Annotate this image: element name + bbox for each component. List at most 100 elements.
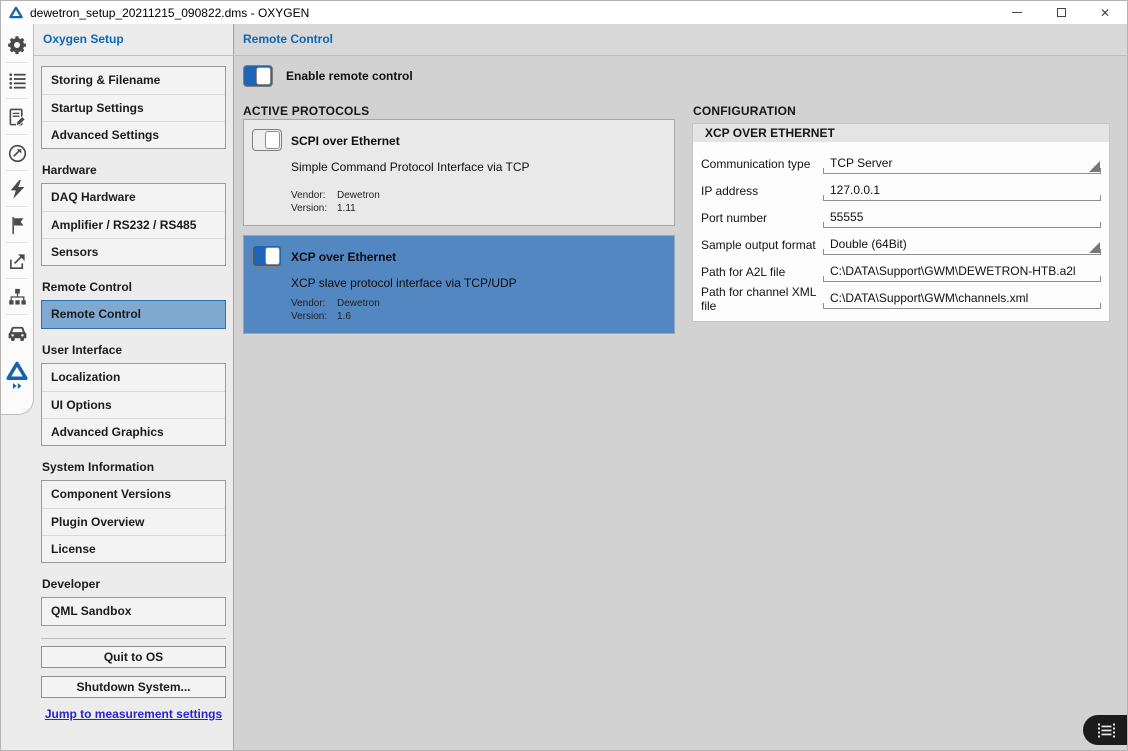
- nav-markers[interactable]: [1, 207, 33, 243]
- quit-to-os-button[interactable]: Quit to OS: [41, 646, 226, 668]
- vendor-label: Vendor:: [291, 190, 337, 201]
- ip-address-input[interactable]: [823, 181, 1101, 200]
- setup-panel: Oxygen Setup Storing & Filename Startup …: [1, 24, 234, 751]
- group-developer: QML Sandbox: [41, 597, 226, 626]
- channel-xml-path-input[interactable]: [823, 289, 1101, 308]
- nav-screens[interactable]: [1, 99, 33, 135]
- version-label: Version:: [291, 311, 337, 322]
- sidebar-item-storing-filename[interactable]: Storing & Filename: [42, 67, 225, 94]
- group-user-interface: Localization UI Options Advanced Graphic…: [41, 363, 226, 446]
- port-number-input[interactable]: [823, 208, 1101, 227]
- section-label-user-interface: User Interface: [42, 343, 226, 358]
- sidebar-item-sensors[interactable]: Sensors: [42, 238, 225, 265]
- field-label: Path for A2L file: [701, 265, 823, 279]
- protocol-name: SCPI over Ethernet: [291, 134, 400, 148]
- section-label-system-information: System Information: [42, 460, 226, 475]
- vendor-value: Dewetron: [337, 298, 380, 309]
- sample-output-format-value[interactable]: [823, 235, 1101, 254]
- car-icon: [7, 325, 28, 342]
- close-button[interactable]: ✕: [1083, 1, 1127, 24]
- sidebar-item-advanced-graphics[interactable]: Advanced Graphics: [42, 418, 225, 445]
- configuration-section-header: XCP OVER ETHERNET: [693, 124, 1109, 142]
- section-label-remote-control: Remote Control: [42, 280, 226, 295]
- a2l-path-field[interactable]: [823, 262, 1101, 282]
- page-title: Remote Control: [235, 24, 1128, 56]
- nav-oxygen-tab[interactable]: [1, 351, 33, 399]
- protocol-card-scpi[interactable]: SCPI over Ethernet Simple Command Protoc…: [243, 119, 675, 226]
- shutdown-system-button[interactable]: Shutdown System...: [41, 676, 226, 698]
- expand-arrows-icon: [13, 383, 22, 389]
- configuration-title: CONFIGURATION: [693, 104, 796, 118]
- setup-panel-title: Oxygen Setup: [1, 24, 233, 56]
- protocol-name: XCP over Ethernet: [291, 250, 396, 264]
- a2l-path-input[interactable]: [823, 262, 1101, 281]
- nav-export[interactable]: [1, 243, 33, 279]
- field-label: Sample output format: [701, 238, 823, 252]
- maximize-icon: [1057, 8, 1066, 17]
- sidebar-item-plugin-overview[interactable]: Plugin Overview: [42, 508, 225, 535]
- dropdown-corner-icon: [1089, 161, 1100, 172]
- group-system-information: Component Versions Plugin Overview Licen…: [41, 480, 226, 563]
- title-bar: dewetron_setup_20211215_090822.dms - OXY…: [1, 1, 1127, 24]
- field-label: Communication type: [701, 157, 823, 171]
- nav-settings-tab[interactable]: [1, 27, 33, 63]
- export-icon: [8, 252, 27, 271]
- communication-type-dropdown[interactable]: [823, 154, 1101, 174]
- sample-output-format-dropdown[interactable]: [823, 235, 1101, 255]
- configuration-panel: XCP OVER ETHERNET Communication type IP …: [692, 123, 1110, 322]
- channel-list-button[interactable]: [1083, 715, 1128, 745]
- dewetron-logo-icon: [9, 6, 23, 19]
- nav-channel-list[interactable]: [1, 63, 33, 99]
- sidebar-item-amplifier[interactable]: Amplifier / RS232 / RS485: [42, 211, 225, 238]
- sidebar-item-localization[interactable]: Localization: [42, 364, 225, 391]
- communication-type-value[interactable]: [823, 154, 1101, 173]
- xcp-toggle[interactable]: [252, 245, 282, 267]
- port-number-field[interactable]: [823, 208, 1101, 228]
- field-label: Port number: [701, 211, 823, 225]
- channel-xml-path-field[interactable]: [823, 289, 1101, 309]
- group-general: Storing & Filename Startup Settings Adva…: [41, 66, 226, 149]
- channel-list-icon: [1097, 723, 1116, 738]
- sidebar-item-ui-options[interactable]: UI Options: [42, 391, 225, 418]
- config-row-communication-type: Communication type: [693, 150, 1109, 177]
- group-remote-control: Remote Control: [41, 300, 226, 329]
- gauge-icon: [8, 144, 27, 163]
- nav-vehicle[interactable]: [1, 315, 33, 351]
- toggle-knob: [256, 67, 271, 85]
- version-label: Version:: [291, 203, 337, 214]
- sidebar-item-component-versions[interactable]: Component Versions: [42, 481, 225, 508]
- nav-network[interactable]: [1, 279, 33, 315]
- scpi-toggle[interactable]: [252, 129, 282, 151]
- config-row-port-number: Port number: [693, 204, 1109, 231]
- sidebar-item-license[interactable]: License: [42, 535, 225, 562]
- sidebar-item-startup-settings[interactable]: Startup Settings: [42, 94, 225, 121]
- field-label: IP address: [701, 184, 823, 198]
- nav-trigger[interactable]: [1, 171, 33, 207]
- nav-measurement[interactable]: [1, 135, 33, 171]
- network-icon: [8, 288, 27, 306]
- sidebar-item-qml-sandbox[interactable]: QML Sandbox: [42, 598, 225, 625]
- jump-to-measurement-settings-link[interactable]: Jump to measurement settings: [41, 707, 226, 721]
- enable-remote-control-toggle[interactable]: [243, 65, 273, 87]
- sidebar-item-remote-control-selected[interactable]: Remote Control: [42, 301, 225, 328]
- config-row-ip-address: IP address: [693, 177, 1109, 204]
- remote-control-page: Remote Control Enable remote control ACT…: [235, 24, 1128, 751]
- ip-address-field[interactable]: [823, 181, 1101, 201]
- minimize-button[interactable]: [995, 1, 1039, 24]
- version-value: 1.11: [337, 203, 356, 214]
- list-icon: [8, 72, 27, 90]
- main-nav-strip: [1, 24, 34, 415]
- toggle-knob: [265, 247, 280, 265]
- config-row-sample-output-format: Sample output format: [693, 231, 1109, 258]
- sidebar-item-advanced-settings[interactable]: Advanced Settings: [42, 121, 225, 148]
- sidebar-item-daq-hardware[interactable]: DAQ Hardware: [42, 184, 225, 211]
- toggle-knob: [265, 131, 280, 149]
- vendor-value: Dewetron: [337, 190, 380, 201]
- maximize-button[interactable]: [1039, 1, 1083, 24]
- window-title: dewetron_setup_20211215_090822.dms - OXY…: [30, 6, 309, 20]
- protocol-card-xcp[interactable]: XCP over Ethernet XCP slave protocol int…: [243, 235, 675, 334]
- flag-icon: [9, 216, 26, 235]
- protocol-description: Simple Command Protocol Interface via TC…: [291, 160, 530, 174]
- sidebar-divider: [41, 638, 226, 639]
- vendor-label: Vendor:: [291, 298, 337, 309]
